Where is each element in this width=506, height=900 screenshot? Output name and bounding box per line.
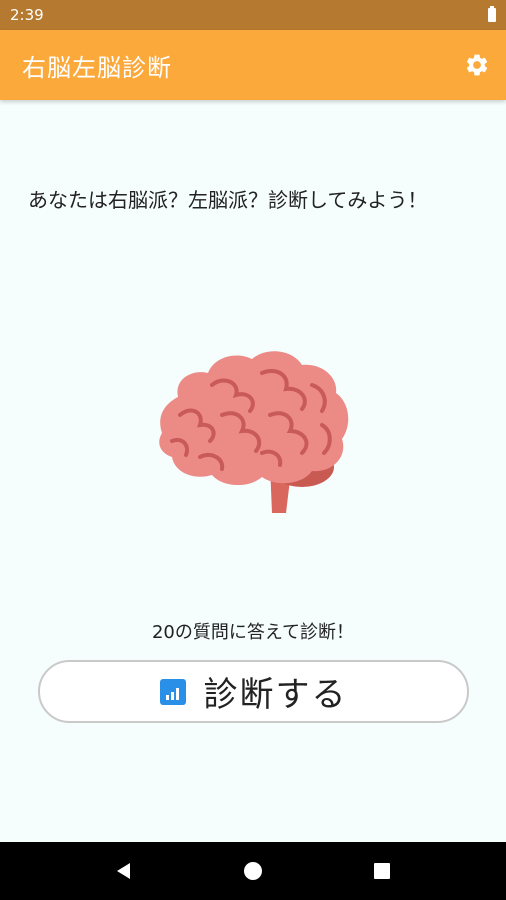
diagnose-button-label: 診断する xyxy=(203,675,348,715)
recents-button[interactable] xyxy=(362,851,402,891)
home-button[interactable] xyxy=(233,851,273,891)
settings-button[interactable] xyxy=(462,50,492,80)
app-bar: 右脳左脳診断 xyxy=(0,30,506,100)
status-bar: 2:39 xyxy=(0,0,506,30)
back-triangle-icon xyxy=(117,863,131,879)
home-circle-icon xyxy=(243,862,262,880)
navigation-bar xyxy=(0,842,506,900)
status-time: 2:39 xyxy=(10,6,44,24)
gear-icon xyxy=(466,54,488,76)
intro-text: あなたは右脳派？左脳派？診断してみよう！ xyxy=(28,188,428,212)
battery-icon xyxy=(488,6,496,22)
diagnose-button[interactable]: 診断する xyxy=(38,660,469,723)
bar-chart-icon xyxy=(159,678,186,705)
app-title: 右脳左脳診断 xyxy=(22,53,172,82)
brain-icon xyxy=(159,351,349,513)
brain-illustration xyxy=(152,345,354,515)
prompt-text: 20の質問に答えて診断！ xyxy=(151,622,354,643)
recents-square-icon xyxy=(373,863,390,879)
back-button[interactable] xyxy=(104,851,144,891)
